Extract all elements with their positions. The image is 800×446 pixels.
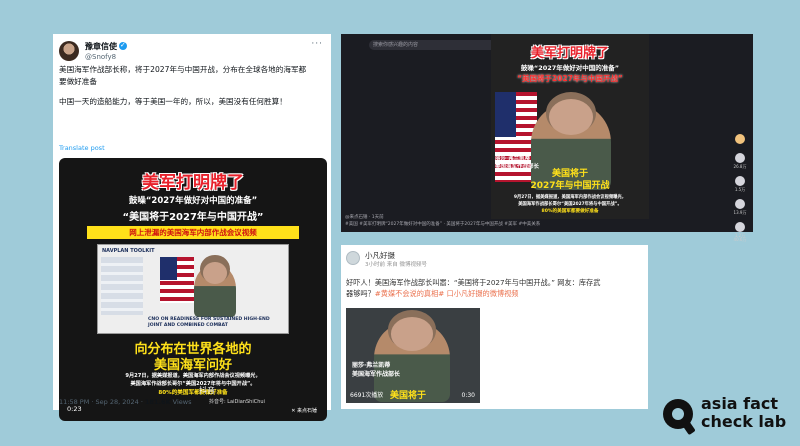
post-text-line-2: 器够吗？	[346, 289, 375, 298]
douyin-id: 抖音号: LaiDianShiChui	[209, 399, 265, 405]
post-text-line-1: 美国海军作战部长称，将于2027年与中国开战，分布在全球各地的海军都	[59, 65, 307, 74]
video-duration: 0:30	[461, 392, 475, 399]
slide-caption: CNO ON READINESS FOR SUSTAINED HIGH-END …	[148, 317, 270, 328]
views-label: Views	[170, 398, 192, 406]
post-time: 3小时前 来自 微博视频号	[365, 262, 427, 268]
video-headline: 美军打明牌了	[530, 46, 609, 61]
logo-line-2: check lab	[701, 412, 787, 431]
like-count: 26.8万	[733, 164, 747, 169]
action-bar: 26.8万 1.5万 13.9万 1.2万 40.6万	[733, 134, 747, 249]
video-subline-2: “美国将于2027年与中国开战”	[122, 212, 264, 223]
translate-post-link[interactable]: Translate post	[59, 144, 105, 152]
logo-text: asia fact check lab	[701, 395, 786, 431]
post-text-line-1: 好吓人！美国海军作战部长叫嚣：“美国将于2027年与中国开战。” 网友：库存武	[346, 278, 601, 287]
post-text: 好吓人！美国海军作战部长叫嚣：“美国将于2027年与中国开战。” 网友：库存武 …	[346, 277, 640, 299]
video-bottom-line-3: 80%的美国军都要做好准备	[158, 390, 228, 396]
conference-screen: NAVPLAN TOOLKIT CNO ON READINESS FOR SUS…	[97, 244, 289, 334]
douyin-video[interactable]: 美军打明牌了 鼓噪“2027年做好对中国的准备” “美国将于2027年与中国开战…	[491, 34, 649, 219]
weibo-video[interactable]: 丽莎·弗兰凯蒂 美国海军作战部长 美国将于 6691次播放 0:30	[346, 308, 480, 403]
post-footer: 11:58 PM · Sep 28, 2024 · 181.6K Views	[59, 398, 192, 406]
more-options-icon[interactable]: ···	[311, 39, 323, 49]
post-text-line-3: 中国一天的造船能力，等于美国一年的，所以，美国没有任何胜算！	[59, 97, 287, 106]
view-count: 181.6K	[145, 398, 171, 406]
play-count: 40.6万	[733, 237, 747, 242]
video-bottom-line-1: 9月27日，据美媒报道，美国海军内部作战会议视频曝光，	[513, 195, 627, 200]
mute-button[interactable]: ✕ 来点石锤	[291, 407, 317, 414]
verified-badge-icon	[119, 40, 127, 50]
video-bottom-line-1: 9月27日，据美媒报道，美国海军内部作战会议视频曝光，	[125, 373, 261, 379]
asia-fact-check-lab-logo: asia fact check lab	[663, 395, 793, 439]
post-text-line-2: 要做好准备	[59, 77, 97, 86]
share-icon[interactable]	[735, 222, 745, 232]
user-handle[interactable]: @Snofy8	[85, 52, 127, 62]
video-subline-1: 鼓噪“2027年做好对中国的准备”	[128, 196, 258, 206]
favorite-icon[interactable]	[735, 199, 745, 209]
caption-name-1: 丽莎·弗兰凯蒂	[495, 156, 531, 162]
tiktok-watermark: 抖音	[199, 386, 215, 395]
caption-name-2: 美国海军作战部长	[352, 371, 401, 378]
x-post-card: 豫章信使 @Snofy8 ··· 美国海军作战部长称，将于2027年与中国开战，…	[53, 34, 331, 421]
display-name[interactable]: 豫章信使	[85, 42, 117, 51]
like-icon[interactable]	[735, 153, 745, 163]
video-banner: 网上泄漏的美国海军内部作战会议视频	[87, 226, 299, 239]
logo-line-1: asia fact	[701, 394, 779, 413]
video-headline: 美军打明牌了	[142, 173, 244, 193]
description: #美国 #美军打明牌“2027年做好对中国的准备” · 美国将于2027年与中国…	[345, 222, 541, 227]
us-flag	[160, 257, 194, 303]
search-input[interactable]: 搜索你感兴趣的内容	[369, 40, 499, 50]
avatar[interactable]	[59, 40, 79, 61]
video-big-text-2: 美国海军问好	[153, 358, 232, 373]
weibo-post-card: 小凡好摄 3小时前 来自 微博视频号 好吓人！美国海军作战部长叫嚣：“美国将于2…	[341, 245, 648, 409]
author-line[interactable]: @来点石锤 · 1天前	[345, 214, 540, 221]
embedded-video[interactable]: 美军打明牌了 鼓噪“2027年做好对中国的准备” “美国将于2027年与中国开战…	[59, 158, 327, 421]
douyin-post-card: 搜索你感兴趣的内容 美军打明牌了 鼓噪“2027年做好对中国的准备” “美国将于…	[341, 34, 753, 242]
video-bottom-line-2: 美国海军作战部长哥尔“美国2027年将与中国开战”。	[130, 381, 256, 387]
caption-name-1: 丽莎·弗兰凯蒂	[352, 362, 391, 369]
post-time[interactable]: 11:58 PM · Sep 28, 2024 ·	[59, 398, 145, 406]
video-subline-1: 鼓噪“2027年做好对中国的准备”	[520, 64, 620, 72]
video-subline-2: “美国将于2027年与中国开战”	[517, 74, 623, 83]
video-big-text: 美国将于	[390, 391, 427, 401]
x-post-header: 豫章信使 @Snofy8	[59, 39, 127, 62]
author-avatar[interactable]	[735, 134, 745, 144]
comment-icon[interactable]	[735, 176, 745, 186]
mute-label: 来点石锤	[296, 408, 317, 414]
slide-title: NAVPLAN TOOLKIT	[102, 248, 155, 254]
admiral-figure	[194, 261, 236, 317]
comment-count: 1.5万	[734, 187, 746, 192]
favorite-count: 13.9万	[733, 210, 747, 215]
video-bottom-line-2: 美国海军作战部长哥尔“美国2027年将与中国开战”。	[518, 202, 622, 207]
slide-sidebar	[101, 257, 143, 315]
avatar[interactable]	[346, 251, 360, 265]
post-meta: @来点石锤 · 1天前 #美国 #美军打明牌“2027年做好对中国的准备” · …	[345, 214, 540, 228]
hashtag-link[interactable]: #黄媒不会说的真相# 口小凡好摄的微博视频	[375, 289, 519, 298]
video-timestamp: 0:23	[67, 405, 82, 413]
video-big-text-2: 2027年与中国开战	[530, 181, 610, 191]
view-count: 6691次播放	[350, 392, 384, 399]
magnifier-handle	[682, 420, 696, 436]
